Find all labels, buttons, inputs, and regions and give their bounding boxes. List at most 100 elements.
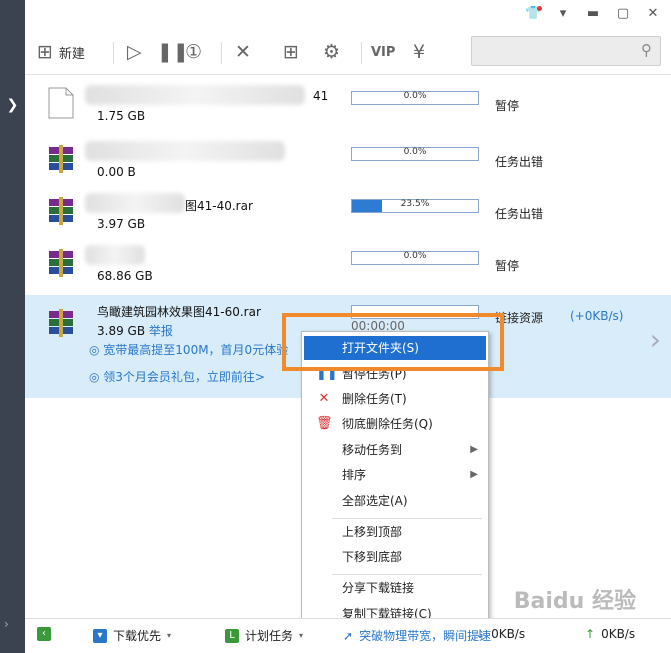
menu-sort[interactable]: 排序 ▶	[304, 463, 486, 487]
menu-label: 彻底删除任务(Q)	[342, 417, 433, 431]
vip-label: VIP	[371, 44, 396, 60]
scheduled-task-button[interactable]: L 计划任务 ▾	[225, 627, 303, 644]
task-status: 任务出错	[495, 155, 544, 169]
blurred-name	[85, 193, 185, 213]
task-status: 暂停	[495, 259, 520, 273]
menu-delete-permanently[interactable]: 🗑 彻底删除任务(Q)	[304, 412, 486, 436]
menu-move-top[interactable]: 上移到顶部	[304, 520, 486, 544]
minimize-icon[interactable]: ▬	[585, 6, 601, 21]
maximize-icon[interactable]: ▢	[615, 6, 631, 21]
search-input[interactable]: ⚲	[471, 36, 661, 66]
vip-icon[interactable]: VIP	[371, 38, 395, 66]
chevron-right-icon[interactable]: ›	[650, 323, 661, 356]
blurred-name	[85, 141, 285, 161]
trash-icon: 🗑	[316, 416, 333, 431]
collapse-arrow-icon[interactable]: ❯	[0, 97, 25, 119]
speedup-link[interactable]: ➚ 突破物理带宽，瞬间提速	[343, 627, 491, 644]
up-arrow-icon: ↑	[585, 627, 596, 641]
schedule-icon: L	[225, 628, 239, 643]
submenu-arrow-icon: ▶	[470, 444, 478, 455]
task-name: 鸟瞰建筑园林效果图41-60.rar	[97, 305, 261, 319]
task-size-value: 3.89 GB	[97, 324, 146, 338]
promo-bandwidth-link[interactable]: ◎ 宽带最高提至100M，首月0元体验	[89, 341, 288, 358]
progress-bar: 0.0%	[351, 251, 479, 265]
promo-vip-label: 领3个月会员礼包，立即前往>	[103, 370, 265, 384]
up-speed-value: 0KB/s	[601, 627, 636, 641]
progress-label: 0.0%	[403, 147, 427, 157]
priority-icon: ▾	[93, 628, 107, 643]
down-speed-value: 0KB/s	[491, 627, 526, 641]
scheduled-label: 计划任务	[245, 629, 294, 643]
task-size: 68.86 GB	[97, 269, 153, 283]
submenu-arrow-icon: ▶	[470, 469, 478, 480]
progress-label: 23.5%	[400, 199, 430, 209]
task-row[interactable]: 0.00 B 0.0% 任务出错	[25, 131, 671, 183]
priority-label: 下载优先	[113, 629, 162, 643]
menu-move-to[interactable]: 移动任务到 ▶	[304, 438, 486, 462]
rar-file-icon	[49, 309, 73, 337]
speedup-label: 突破物理带宽，瞬间提速	[359, 629, 492, 643]
down-arrow-icon: ↓	[475, 627, 486, 641]
upload-speed: ↑ 0KB/s	[585, 627, 635, 641]
menu-label: 删除任务(T)	[342, 392, 407, 406]
toolbar: ⊞ 新建 ▷ ❚❚ ① ✕ ⊞ ⚙ VIP ¥ ⚲	[25, 30, 671, 75]
menu-label: 下移到底部	[342, 550, 403, 564]
close-icon[interactable]: ✕	[645, 6, 661, 21]
report-link[interactable]: 举报	[149, 324, 173, 338]
promo-vip-link[interactable]: ◎ 领3个月会员礼包，立即前往>	[89, 368, 265, 385]
promo-bandwidth-label: 宽带最高提至100M，首月0元体验	[103, 343, 289, 357]
task-row[interactable]: 图41-40.rar 3.97 GB 23.5% 任务出错	[25, 183, 671, 235]
task-status: 暂停	[495, 99, 520, 113]
task-row[interactable]: 68.86 GB 0.0% 暂停	[25, 235, 671, 287]
menu-select-all[interactable]: 全部选定(A)	[304, 489, 486, 513]
menu-icon[interactable]: ▾	[555, 6, 571, 21]
single-task-icon[interactable]: ①	[185, 38, 202, 66]
document-file-icon	[48, 87, 74, 119]
menu-label: 分享下载链接	[342, 581, 415, 595]
menu-label: 全部选定(A)	[342, 494, 408, 508]
search-icon[interactable]: ⚲	[641, 41, 652, 59]
grid-icon[interactable]: ⊞	[283, 38, 299, 66]
wallet-icon[interactable]: ¥	[413, 38, 425, 66]
title-bar: 👕 ▾ ▬ ▢ ✕	[25, 0, 671, 30]
menu-move-bottom[interactable]: 下移到底部	[304, 545, 486, 569]
delete-icon[interactable]: ✕	[235, 38, 251, 66]
status-bar: ‹ ▾ 下载优先 ▾ L 计划任务 ▾ ➚ 突破物理带宽，瞬间提速 ↓ 0KB/s ↑ 0KB…	[25, 618, 671, 653]
settings-icon[interactable]: ⚙	[323, 38, 340, 66]
skin-icon[interactable]: 👕	[525, 6, 542, 21]
menu-label: 排序	[342, 468, 367, 482]
rar-file-icon	[49, 249, 73, 277]
sidebar-bottom-icon[interactable]: ›	[4, 617, 9, 631]
rar-file-icon	[49, 145, 73, 173]
task-name: 图41-40.rar	[185, 199, 253, 213]
new-task-label: 新建	[58, 46, 85, 62]
task-row[interactable]: 41 1.75 GB 0.0% 暂停	[25, 75, 671, 127]
menu-label: 移动任务到	[342, 443, 403, 457]
back-button[interactable]: ‹	[37, 627, 51, 641]
new-task-button[interactable]: ⊞ 新建	[37, 38, 85, 66]
task-speed: (+0KB/s)	[570, 309, 624, 323]
menu-share-link[interactable]: 分享下载链接	[304, 576, 486, 600]
delete-icon: ✕	[318, 391, 330, 406]
task-size: 3.97 GB	[97, 217, 146, 231]
menu-label: 上移到顶部	[342, 525, 403, 539]
progress-bar: 0.0%	[351, 147, 479, 161]
progress-label: 0.0%	[403, 91, 427, 101]
speedup-icon: ➚	[343, 628, 354, 643]
download-priority-button[interactable]: ▾ 下载优先 ▾	[93, 627, 171, 644]
context-menu: 打开文件夹(S) ❚❚ 暂停任务(P) ✕ 删除任务(T) 🗑 彻底删除任务(Q) 移…	[301, 331, 489, 633]
baidu-watermark: Baidu 经验	[513, 589, 636, 614]
task-name: 41	[313, 89, 329, 103]
start-icon[interactable]: ▷	[127, 38, 142, 66]
task-size: 1.75 GB	[97, 109, 146, 123]
back-icon: ‹	[37, 627, 51, 641]
highlight-annotation	[282, 313, 504, 371]
blurred-name	[85, 85, 305, 105]
left-sidebar: ❯ ›	[0, 0, 25, 653]
rar-file-icon	[49, 197, 73, 225]
task-size: 0.00 B	[97, 165, 136, 179]
progress-bar: 0.0%	[351, 91, 479, 105]
menu-delete[interactable]: ✕ 删除任务(T)	[304, 387, 486, 411]
progress-bar: 23.5%	[351, 199, 479, 213]
task-status: 任务出错	[495, 207, 544, 221]
